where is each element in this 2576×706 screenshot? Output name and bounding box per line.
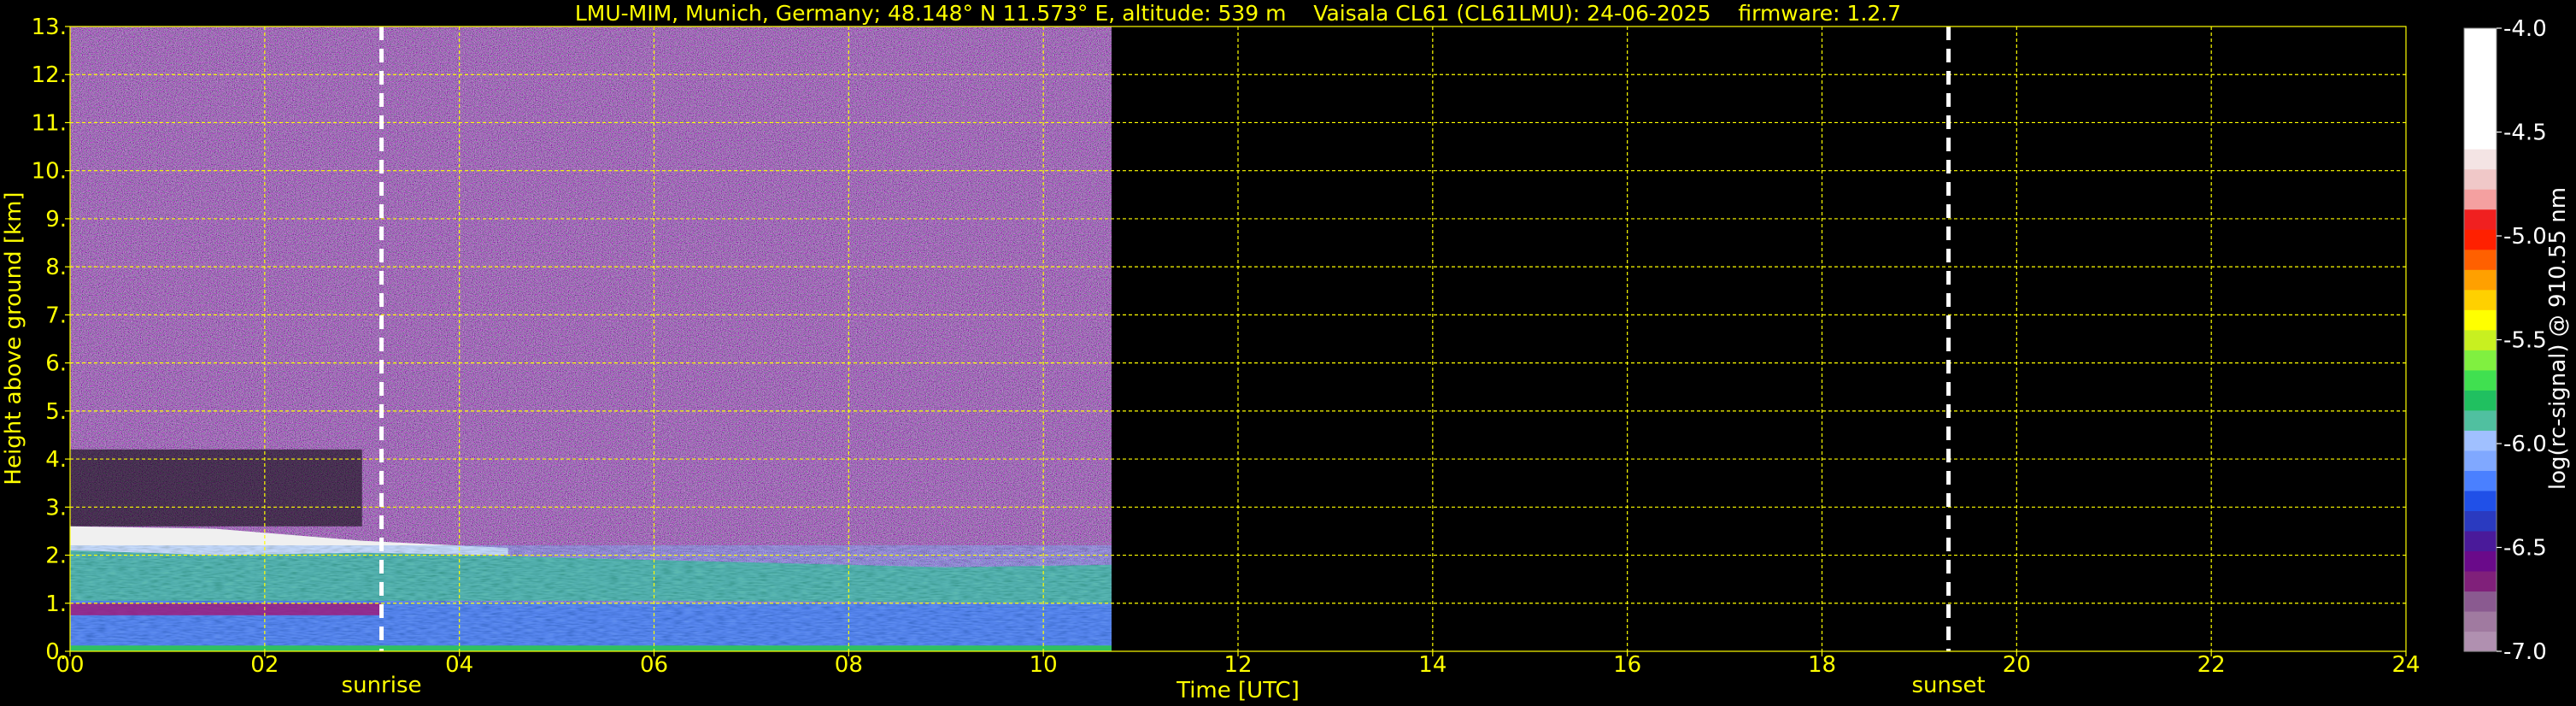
colorbar-segment (2464, 631, 2497, 652)
y-tick-label: 13. (32, 15, 67, 40)
data-region (70, 26, 1112, 651)
x-tick-label: 14 (1418, 652, 1446, 678)
colorbar-segment (2464, 369, 2497, 391)
y-tick-label: 12. (32, 62, 67, 88)
colorbar-segment (2464, 88, 2497, 109)
sparse-zone (70, 449, 362, 527)
y-tick-label: 10. (32, 159, 67, 185)
colorbar-segment (2464, 591, 2497, 612)
colorbar-label: log(rc-signal) @ 910.55 nm (2545, 187, 2571, 490)
ceilometer-chart: sunrise sunset 00 02 04 06 08 10 12 14 16 18 20 22 24… (0, 0, 2576, 706)
x-tick-label: 02 (250, 652, 279, 678)
chart-title: LMU-MIM, Munich, Germany; 48.148° N 11.5… (575, 1, 1901, 26)
colorbar-segment (2464, 510, 2497, 532)
band-1km (70, 603, 382, 615)
colorbar-tick-label: -6.0 (2503, 432, 2547, 457)
colorbar-segment (2464, 570, 2497, 592)
colorbar-segment (2464, 229, 2497, 250)
sunset-label: sunset (1911, 673, 1985, 698)
colorbar-segment (2464, 249, 2497, 270)
x-tick-label: 10 (1030, 652, 1058, 678)
y-tick-label: 5. (45, 399, 67, 425)
colorbar-segment (2464, 269, 2497, 291)
x-tick-label: 24 (2391, 652, 2420, 678)
colorbar-segment (2464, 289, 2497, 310)
x-axis-label: Time [UTC] (1176, 678, 1300, 703)
y-tick-label: 8. (45, 255, 67, 280)
colorbar-tick-label: -5.0 (2503, 224, 2547, 250)
colorbar-segment (2464, 68, 2497, 90)
sunrise-label: sunrise (342, 673, 422, 698)
colorbar-segment (2464, 128, 2497, 150)
colorbar-segment (2464, 189, 2497, 210)
colorbar-tick-label: -6.5 (2503, 536, 2547, 562)
x-tick-label: 20 (2003, 652, 2031, 678)
colorbar-tick-label: -4.5 (2503, 121, 2547, 146)
y-tick-label: 7. (45, 303, 67, 328)
colorbar-segment (2464, 350, 2497, 371)
y-tick-label: 11. (32, 110, 67, 136)
x-tick-label: 08 (835, 652, 863, 678)
colorbar-segment (2464, 329, 2497, 350)
colorbar-segment (2464, 109, 2497, 130)
y-tick-label: 2. (45, 544, 67, 569)
y-tick-label: 6. (45, 351, 67, 377)
y-tick-label: 1. (45, 591, 67, 617)
x-tick-label: 16 (1613, 652, 1641, 678)
colorbar-segment (2464, 28, 2497, 50)
colorbar-tick-label: -7.0 (2503, 639, 2547, 665)
x-tick-label: 22 (2198, 652, 2226, 678)
colorbar-tick-label: -5.5 (2503, 328, 2547, 354)
colorbar-tick-label: -4.0 (2503, 16, 2547, 42)
y-tick-label: 9. (45, 207, 67, 232)
x-tick-label: 04 (445, 652, 473, 678)
x-tick-label: 06 (640, 652, 668, 678)
colorbar-segment (2464, 490, 2497, 511)
colorbar-segment (2464, 430, 2497, 451)
colorbar-segment (2464, 450, 2497, 471)
y-tick-label: 4. (45, 447, 67, 473)
colorbar-segment (2464, 48, 2497, 69)
y-tick-label: 3. (45, 495, 67, 521)
colorbar-segment (2464, 149, 2497, 170)
y-tick-label: 0. (45, 639, 67, 665)
colorbar-segment (2464, 390, 2497, 411)
colorbar-segment (2464, 470, 2497, 491)
colorbar-segment (2464, 209, 2497, 230)
colorbar-segment (2464, 168, 2497, 190)
colorbar-segment (2464, 550, 2497, 572)
layer-texture (70, 545, 1112, 651)
colorbar-segment (2464, 610, 2497, 632)
x-tick-label: 12 (1223, 652, 1252, 678)
colorbar-segment (2464, 309, 2497, 331)
ground-strip (70, 645, 1112, 651)
colorbar-segment (2464, 409, 2497, 431)
colorbar-segment (2464, 530, 2497, 552)
x-tick-label: 18 (1808, 652, 1836, 678)
y-axis-label: Height above ground [km] (1, 191, 26, 485)
